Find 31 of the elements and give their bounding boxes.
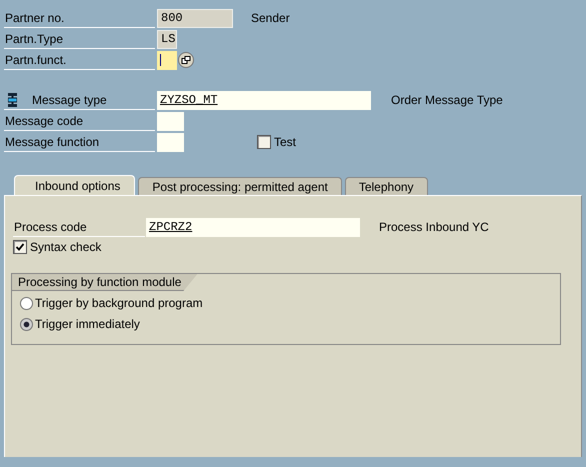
field-label: Partn.Type bbox=[5, 32, 64, 46]
field-description: Process Inbound YC bbox=[379, 220, 489, 234]
tab[interactable]: Telephony bbox=[344, 177, 428, 195]
radio-label: Trigger immediately bbox=[35, 317, 140, 331]
input-field[interactable]: ZYZSO_MT bbox=[157, 90, 371, 110]
checkbox-label: Syntax check bbox=[30, 240, 102, 254]
input-field[interactable] bbox=[157, 112, 184, 130]
input-field[interactable] bbox=[157, 132, 184, 152]
group-title: Processing by function module bbox=[12, 274, 198, 291]
radio-label: Trigger by background program bbox=[35, 296, 203, 310]
tab[interactable]: Inbound options bbox=[14, 175, 136, 195]
input-field: LS bbox=[157, 30, 177, 48]
windows-icon bbox=[181, 55, 191, 65]
radio-button[interactable] bbox=[20, 296, 33, 310]
field-label: Message type bbox=[32, 92, 107, 106]
field-label: Message function bbox=[5, 134, 100, 148]
field-description: Sender bbox=[251, 11, 290, 25]
input-field: 800 bbox=[157, 8, 233, 28]
lookup-button[interactable] bbox=[178, 52, 194, 68]
field-label: Message code bbox=[5, 114, 84, 128]
input-field[interactable] bbox=[157, 50, 177, 70]
field-label: Process code bbox=[13, 217, 145, 237]
tab[interactable]: Post processing: permitted agent bbox=[138, 177, 342, 195]
checkbox-label: Test bbox=[274, 135, 296, 149]
checkbox[interactable] bbox=[13, 240, 27, 254]
input-field[interactable]: ZPCRZ2 bbox=[146, 218, 360, 236]
checkbox[interactable] bbox=[257, 135, 271, 149]
field-label: Partn.funct. bbox=[5, 52, 66, 66]
radio-button[interactable] bbox=[20, 318, 33, 330]
field-label: Partner no. bbox=[5, 10, 64, 24]
field-description: Order Message Type bbox=[391, 93, 503, 107]
